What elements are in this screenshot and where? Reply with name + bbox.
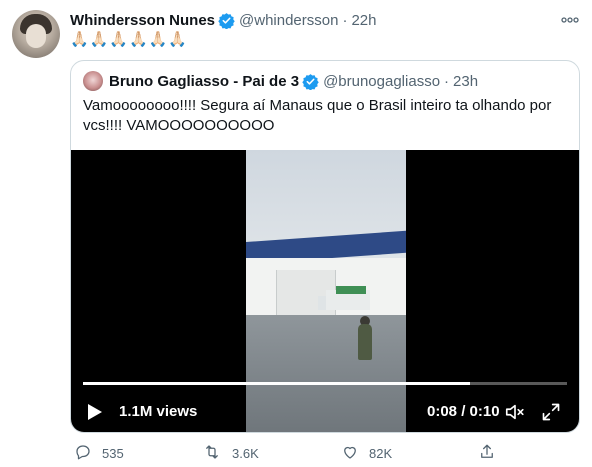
reply-button[interactable]: 535 — [74, 442, 124, 464]
video-progress-fill — [83, 382, 471, 385]
retweet-count: 3.6K — [232, 445, 259, 461]
tweet-header: Whindersson Nunes @whindersson · 22h — [70, 10, 580, 30]
quoted-separator: · — [444, 72, 450, 90]
video-player[interactable]: 1.1M views 0:08 / 0:10 — [71, 150, 579, 432]
retweet-button[interactable]: 3.6K — [202, 442, 259, 464]
quoted-tweet[interactable]: Bruno Gagliasso - Pai de 3 @brunogaglias… — [70, 60, 580, 433]
verified-icon — [302, 73, 319, 90]
retweet-icon — [202, 443, 232, 464]
quoted-time: 23h — [453, 72, 479, 90]
like-button[interactable]: 82K — [341, 442, 392, 464]
reply-count: 535 — [102, 445, 124, 461]
like-icon — [341, 443, 369, 464]
video-frame — [246, 150, 406, 432]
mute-icon[interactable] — [503, 400, 527, 424]
avatar-face — [26, 24, 46, 48]
author-avatar[interactable] — [12, 10, 60, 58]
quoted-header: Bruno Gagliasso - Pai de 3 @brunogaglias… — [83, 71, 478, 91]
share-button[interactable] — [478, 442, 506, 464]
oxygen-tanks — [336, 286, 366, 294]
header-separator: · — [342, 11, 348, 29]
verified-icon — [218, 12, 235, 29]
like-count: 82K — [369, 445, 393, 461]
more-icon[interactable] — [560, 10, 580, 30]
author-name[interactable]: Whindersson Nunes — [70, 12, 215, 29]
tweet-actions: 535 3.6K 82K — [70, 442, 570, 464]
play-icon[interactable] — [83, 400, 107, 424]
video-time: 0:08 / 0:10 — [427, 403, 500, 420]
quoted-avatar — [83, 71, 103, 91]
share-icon — [478, 443, 506, 464]
video-progress[interactable] — [83, 382, 567, 385]
author-handle[interactable]: @whindersson — [239, 12, 338, 29]
quoted-handle: @brunogagliasso — [323, 72, 441, 90]
tweet-time[interactable]: 22h — [351, 12, 376, 29]
video-views: 1.1M views — [119, 403, 198, 420]
quoted-author-name: Bruno Gagliasso - Pai de 3 — [109, 72, 300, 90]
reply-icon — [74, 443, 102, 464]
video-controls: 1.1M views 0:08 / 0:10 — [83, 400, 567, 424]
expand-icon[interactable] — [539, 400, 563, 424]
person — [358, 324, 372, 360]
quoted-text: Vamoooooooo!!!! Segura aí Manaus que o B… — [83, 97, 552, 134]
tweet-text: 🙏🏻🙏🏻🙏🏻🙏🏻🙏🏻🙏🏻 — [70, 31, 189, 48]
